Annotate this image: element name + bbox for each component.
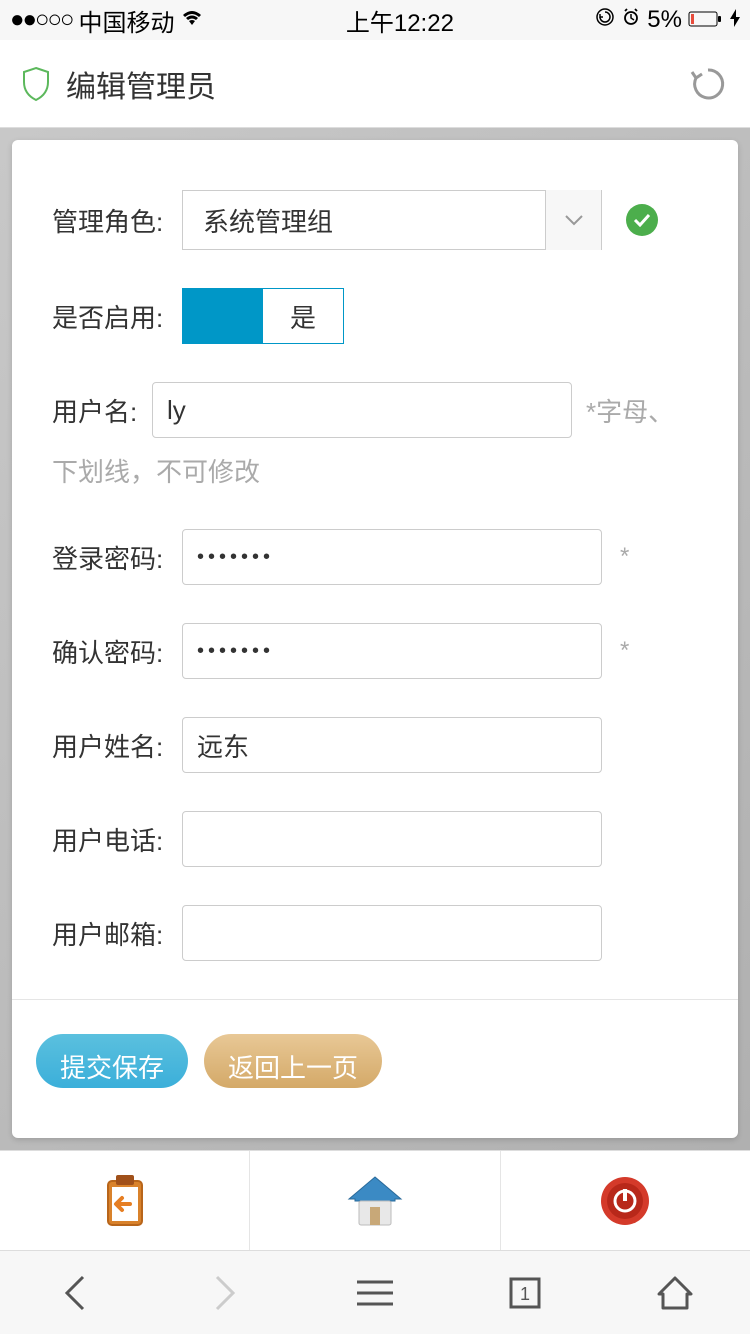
username-hint-side: *字母、 xyxy=(586,392,674,429)
shield-icon xyxy=(20,66,52,102)
required-mark: * xyxy=(620,543,629,571)
signal-dots-icon: ●●○○○ xyxy=(10,6,72,34)
enabled-toggle[interactable]: 是 xyxy=(182,288,344,344)
row-email: 用户邮箱: xyxy=(52,905,698,961)
toolbar-power-button[interactable] xyxy=(501,1151,750,1250)
check-circle-icon xyxy=(626,204,658,236)
rotation-lock-icon xyxy=(595,6,615,34)
battery-percent: 5% xyxy=(647,6,682,34)
page-background: 管理角色: 系统管理组 是否启用: 是 用户名 xyxy=(0,128,750,1150)
realname-label: 用户姓名: xyxy=(52,727,182,764)
status-right: 5% xyxy=(595,6,740,34)
row-role: 管理角色: 系统管理组 xyxy=(52,190,698,250)
username-input[interactable] xyxy=(152,382,572,438)
confirm-label: 确认密码: xyxy=(52,633,182,670)
home-icon xyxy=(343,1171,407,1231)
phone-label: 用户电话: xyxy=(52,821,182,858)
page-title: 编辑管理员 xyxy=(66,62,686,106)
app-toolbar xyxy=(0,1150,750,1250)
row-password: 登录密码: ••••••• * xyxy=(52,529,698,585)
battery-icon xyxy=(688,6,724,34)
power-icon xyxy=(599,1175,651,1227)
clock-label: 上午12:22 xyxy=(346,3,454,38)
submit-button[interactable]: 提交保存 xyxy=(36,1034,188,1088)
browser-nav: 1 xyxy=(0,1250,750,1334)
role-label: 管理角色: xyxy=(52,202,182,239)
carrier-label: 中国移动 xyxy=(78,3,174,38)
status-bar: ●●○○○ 中国移动 上午12:22 5% xyxy=(0,0,750,40)
row-phone: 用户电话: xyxy=(52,811,698,867)
email-label: 用户邮箱: xyxy=(52,915,182,952)
username-label: 用户名: xyxy=(52,392,152,429)
row-enabled: 是否启用: 是 xyxy=(52,288,698,344)
enabled-label: 是否启用: xyxy=(52,298,182,335)
back-button[interactable]: 返回上一页 xyxy=(204,1034,382,1088)
password-input[interactable]: ••••••• xyxy=(182,529,602,585)
form-actions: 提交保存 返回上一页 xyxy=(12,1000,738,1088)
role-select[interactable]: 系统管理组 xyxy=(182,190,602,250)
toolbar-home-button[interactable] xyxy=(250,1151,500,1250)
role-value: 系统管理组 xyxy=(183,202,545,239)
username-hint-below: 下划线，不可修改 xyxy=(52,452,698,489)
admin-form: 管理角色: 系统管理组 是否启用: 是 用户名 xyxy=(12,140,738,961)
status-left: ●●○○○ 中国移动 xyxy=(10,3,204,38)
row-username: 用户名: *字母、 下划线，不可修改 xyxy=(52,382,698,489)
charging-icon xyxy=(730,6,740,34)
confirm-input[interactable]: ••••••• xyxy=(182,623,602,679)
alarm-icon xyxy=(621,6,641,34)
app-header: 编辑管理员 xyxy=(0,40,750,128)
nav-menu-button[interactable] xyxy=(355,1273,395,1313)
nav-tabs-button[interactable]: 1 xyxy=(505,1273,545,1313)
email-input[interactable] xyxy=(182,905,602,961)
refresh-icon[interactable] xyxy=(686,62,730,106)
toggle-on-segment xyxy=(183,289,263,343)
phone-input[interactable] xyxy=(182,811,602,867)
chevron-down-icon xyxy=(545,190,601,250)
row-realname: 用户姓名: xyxy=(52,717,698,773)
nav-home-button[interactable] xyxy=(655,1273,695,1313)
clipboard-back-icon xyxy=(98,1171,152,1231)
svg-text:1: 1 xyxy=(520,1284,530,1304)
password-label: 登录密码: xyxy=(52,539,182,576)
form-card: 管理角色: 系统管理组 是否启用: 是 用户名 xyxy=(12,140,738,1138)
wifi-icon xyxy=(180,6,204,34)
nav-forward-button[interactable] xyxy=(205,1273,245,1313)
nav-back-button[interactable] xyxy=(55,1273,95,1313)
required-mark: * xyxy=(620,637,629,665)
toggle-yes-label: 是 xyxy=(263,289,343,343)
row-confirm: 确认密码: ••••••• * xyxy=(52,623,698,679)
realname-input[interactable] xyxy=(182,717,602,773)
toolbar-clipboard-button[interactable] xyxy=(0,1151,250,1250)
